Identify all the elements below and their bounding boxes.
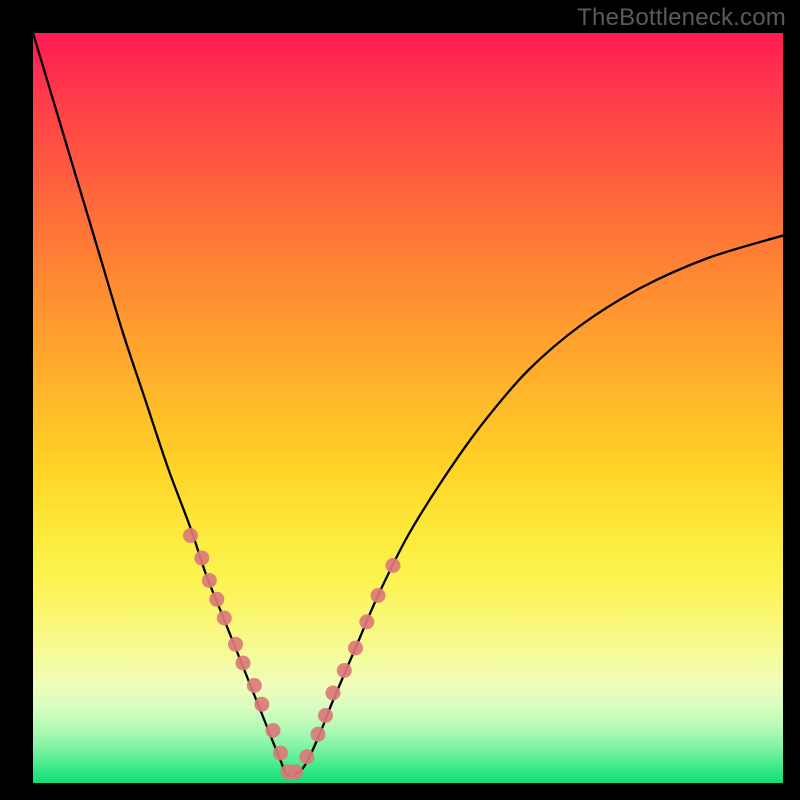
marker-dot — [299, 749, 314, 764]
marker-dot — [273, 746, 288, 761]
highlighted-points — [183, 528, 401, 779]
marker-dot — [359, 614, 374, 629]
bottleneck-curve — [33, 33, 783, 776]
marker-dot — [217, 611, 232, 626]
marker-dot — [337, 663, 352, 678]
marker-dot — [194, 551, 209, 566]
marker-dot — [288, 764, 303, 779]
marker-dot — [326, 686, 341, 701]
chart-frame: TheBottleneck.com — [0, 0, 800, 800]
marker-dot — [254, 697, 269, 712]
marker-dot — [183, 528, 198, 543]
marker-dot — [348, 641, 363, 656]
marker-dot — [266, 723, 281, 738]
marker-dot — [236, 656, 251, 671]
watermark-text: TheBottleneck.com — [577, 4, 786, 32]
marker-dot — [209, 592, 224, 607]
marker-dot — [386, 558, 401, 573]
marker-dot — [311, 727, 326, 742]
marker-dot — [247, 678, 262, 693]
marker-dot — [228, 637, 243, 652]
plot-area — [33, 33, 783, 783]
marker-dot — [318, 708, 333, 723]
marker-dot — [371, 588, 386, 603]
marker-dot — [202, 573, 217, 588]
bottleneck-curve-svg — [33, 33, 783, 783]
